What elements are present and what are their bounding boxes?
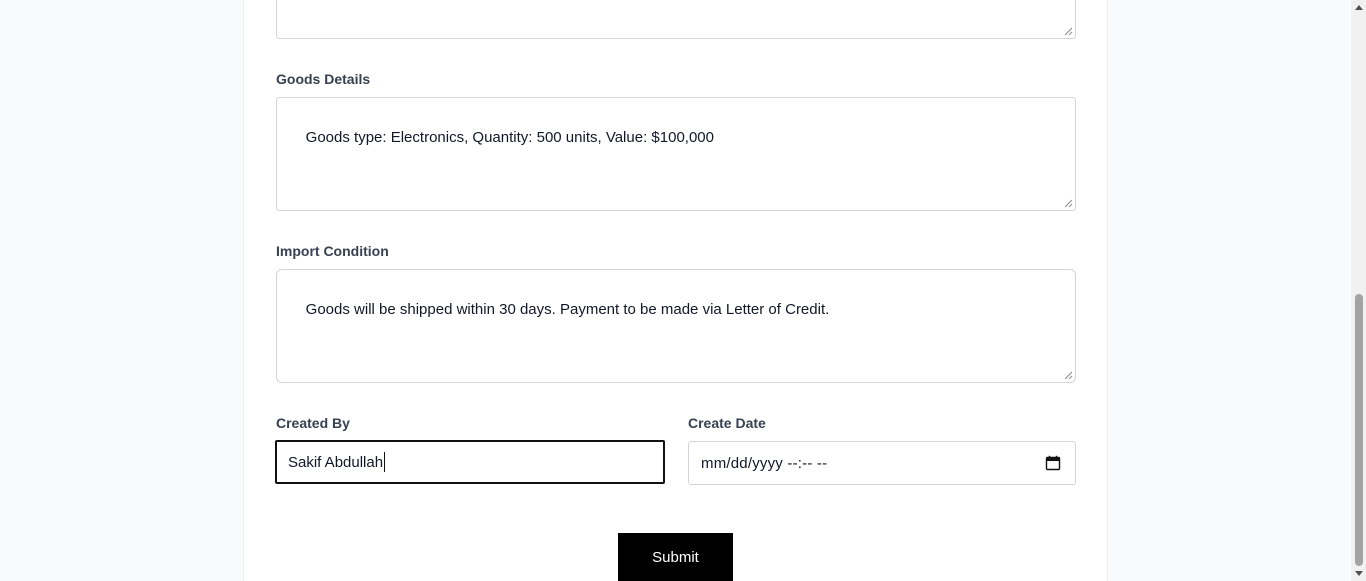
create-date-label: Create Date: [688, 415, 766, 431]
chevron-up-icon[interactable]: [1351, 0, 1366, 15]
text-caret: [384, 452, 386, 472]
created-by-label: Created By: [276, 415, 350, 431]
goods-details-textarea[interactable]: Goods type: Electronics, Quantity: 500 u…: [276, 97, 1076, 211]
resize-handle-icon[interactable]: [1064, 199, 1073, 208]
import-condition-textarea[interactable]: Goods will be shipped within 30 days. Pa…: [276, 269, 1076, 383]
calendar-icon[interactable]: [1045, 455, 1061, 471]
scrollbar-thumb[interactable]: [1355, 294, 1363, 566]
created-by-input[interactable]: Sakif Abdullah: [275, 440, 665, 484]
submit-button[interactable]: Submit: [618, 533, 733, 581]
created-by-value: Sakif Abdullah: [288, 453, 384, 471]
vertical-scrollbar[interactable]: [1351, 0, 1366, 581]
previous-textarea[interactable]: [276, 0, 1076, 39]
resize-handle-icon[interactable]: [1064, 27, 1073, 36]
import-condition-label: Import Condition: [276, 243, 389, 259]
goods-details-value: Goods type: Electronics, Quantity: 500 u…: [305, 129, 714, 146]
resize-handle-icon[interactable]: [1064, 371, 1073, 380]
create-date-placeholder: mm/dd/yyyy --:-- --: [701, 454, 828, 472]
page: Goods Details Goods type: Electronics, Q…: [0, 0, 1366, 581]
import-condition-value: Goods will be shipped within 30 days. Pa…: [305, 301, 830, 318]
goods-details-label: Goods Details: [276, 71, 371, 87]
chevron-down-icon[interactable]: [1351, 566, 1366, 581]
create-date-input[interactable]: mm/dd/yyyy --:-- --: [688, 441, 1076, 485]
